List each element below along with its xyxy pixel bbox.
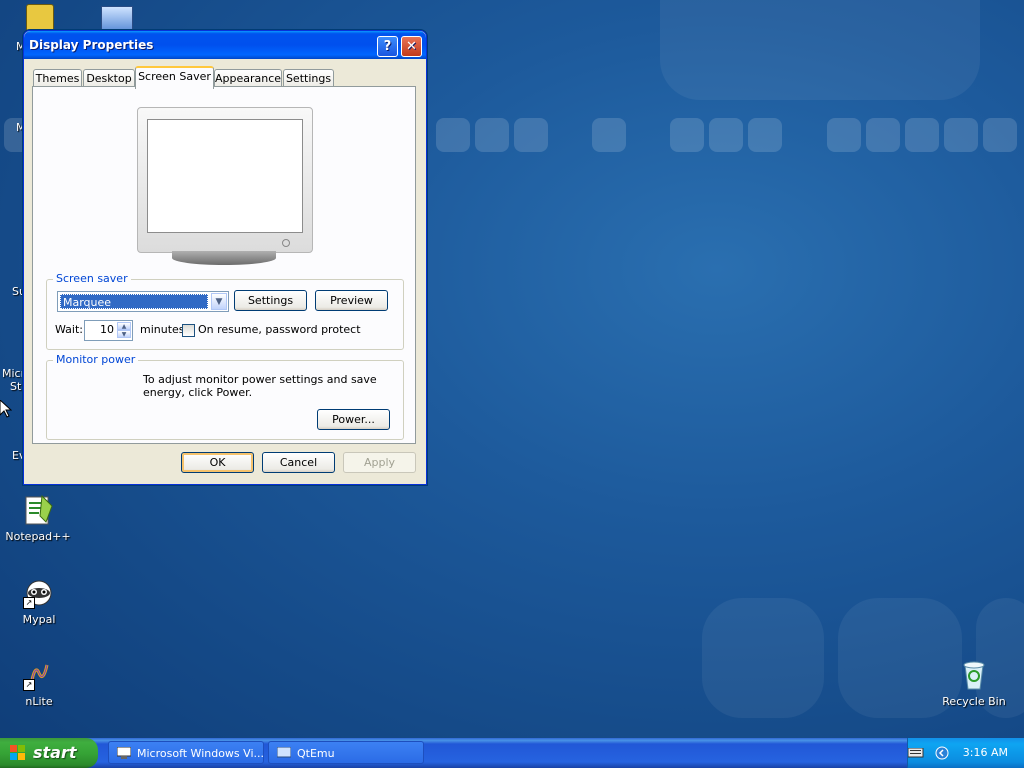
monitor-led	[282, 239, 290, 247]
wait-minutes-stepper[interactable]: 10 ▲ ▼	[84, 320, 133, 341]
monitor-preview	[137, 107, 313, 267]
start-label: start	[33, 743, 77, 762]
shortcut-arrow-icon: ↗	[23, 679, 35, 691]
desktop-icon-top-2[interactable]	[101, 6, 133, 32]
screen-saver-selected: Marquee	[60, 294, 208, 309]
monitor-power-group-label: Monitor power	[53, 353, 139, 366]
spin-up-icon[interactable]: ▲	[117, 322, 131, 330]
monitor-power-description: To adjust monitor power settings and sav…	[143, 373, 377, 399]
password-protect-label[interactable]: On resume, password protect	[198, 323, 361, 336]
monitor-stand	[172, 251, 276, 265]
monitor-preview-screen	[147, 119, 303, 233]
chevron-down-icon[interactable]: ▼	[211, 293, 227, 310]
wait-value: 10	[100, 323, 114, 336]
cancel-button[interactable]: Cancel	[262, 452, 335, 473]
windows-flag-icon	[10, 745, 25, 760]
tab-desktop[interactable]: Desktop	[83, 69, 135, 87]
recycle-bin-icon	[958, 659, 990, 691]
desktop-icon-label: Notepad++	[5, 530, 71, 543]
desktop-icon-notepadpp[interactable]: Notepad++	[0, 494, 76, 543]
apply-button[interactable]: Apply	[343, 452, 416, 473]
tab-themes[interactable]: Themes	[33, 69, 82, 87]
close-button[interactable]: ✕	[401, 36, 422, 57]
virtual-pc-icon	[117, 747, 131, 759]
ok-button[interactable]: OK	[181, 452, 254, 473]
power-button[interactable]: Power...	[317, 409, 390, 430]
taskbar: start Microsoft Windows Vi... QtEmu 3:16…	[0, 738, 1024, 768]
desktop-icon-label: Recycle Bin	[942, 695, 1006, 708]
screen-saver-panel: Screen saver Marquee ▼ Settings Preview …	[32, 86, 416, 444]
desktop-icon-label: Mypal	[22, 613, 56, 626]
screen-saver-group: Screen saver Marquee ▼ Settings Preview …	[46, 272, 404, 350]
spin-down-icon[interactable]: ▼	[117, 330, 131, 338]
preview-button[interactable]: Preview	[315, 290, 388, 311]
qtemu-icon	[277, 747, 291, 758]
desktop-icon-nlite[interactable]: ↗ nLite	[1, 659, 77, 708]
help-button[interactable]: ?	[377, 36, 398, 57]
wait-label: Wait:	[55, 323, 83, 336]
dialog-titlebar[interactable]: Display Properties ? ✕	[24, 31, 426, 59]
minutes-label: minutes	[140, 323, 185, 336]
clock[interactable]: 3:16 AM	[963, 738, 1008, 768]
start-button[interactable]: start	[0, 738, 98, 768]
desktop-icon-top-1[interactable]	[26, 4, 54, 32]
tab-appearance[interactable]: Appearance	[214, 69, 282, 87]
monitor-power-group: Monitor power To adjust monitor power se…	[46, 353, 404, 440]
shortcut-arrow-icon: ↗	[23, 597, 35, 609]
taskbar-item-vpc[interactable]: Microsoft Windows Vi...	[108, 741, 264, 764]
screen-saver-select[interactable]: Marquee ▼	[57, 291, 229, 312]
taskbar-item-qtemu[interactable]: QtEmu	[268, 741, 424, 764]
desktop-icon-label: nLite	[25, 695, 53, 708]
screen-saver-settings-button[interactable]: Settings	[234, 290, 307, 311]
mypal-icon: ↗	[23, 577, 55, 609]
tab-screen-saver[interactable]: Screen Saver	[135, 66, 214, 89]
keyboard-icon[interactable]	[908, 748, 924, 758]
notepadpp-icon	[22, 494, 54, 526]
screen-saver-group-label: Screen saver	[53, 272, 131, 285]
tab-settings[interactable]: Settings	[283, 69, 334, 87]
system-tray: 3:16 AM	[907, 738, 1024, 768]
mouse-cursor-icon	[0, 400, 12, 418]
taskbar-item-label: Microsoft Windows Vi...	[137, 747, 264, 760]
tray-expand-icon[interactable]	[935, 746, 949, 760]
nlite-icon: ↗	[23, 659, 55, 691]
desktop-icon-mypal[interactable]: ↗ Mypal	[1, 577, 77, 626]
display-properties-dialog: Display Properties ? ✕ Themes Desktop Sc…	[23, 30, 427, 485]
desktop-icon-recycle-bin[interactable]: Recycle Bin	[936, 659, 1012, 708]
password-protect-checkbox[interactable]	[182, 324, 195, 337]
dialog-title: Display Properties	[29, 38, 154, 52]
taskbar-item-label: QtEmu	[297, 747, 335, 760]
monitor-icon	[137, 107, 313, 253]
